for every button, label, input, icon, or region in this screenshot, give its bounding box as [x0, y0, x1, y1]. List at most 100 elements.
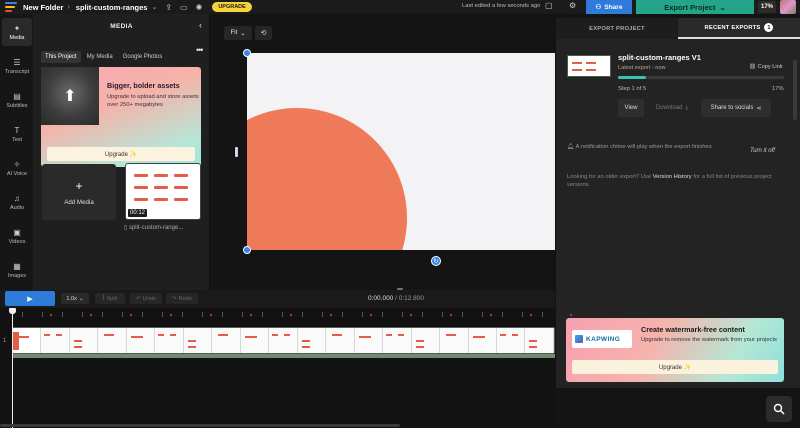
export-progress-bar: [618, 76, 784, 79]
timeline-frame: [155, 328, 184, 353]
chevron-down-icon: ⌄: [78, 295, 84, 302]
frame-bar: [244, 336, 257, 338]
tab-this-project[interactable]: This Project: [41, 51, 81, 63]
export-step-text: Step 1 of 5: [618, 86, 647, 92]
ruler-tick: [102, 312, 103, 317]
chevron-down-icon[interactable]: ⌄: [151, 3, 157, 11]
redo-button[interactable]: ↷ Redo: [166, 293, 198, 304]
download-button[interactable]: Download ⤓: [648, 99, 696, 117]
comment-icon[interactable]: ▢: [545, 1, 553, 10]
timeline-scrollbar[interactable]: [0, 424, 400, 427]
panel-scrollbar[interactable]: [793, 60, 797, 120]
resize-handle-top-left[interactable]: [243, 49, 251, 57]
export-thumbnail[interactable]: [567, 55, 611, 77]
resize-handle-left[interactable]: [235, 147, 238, 157]
upload-icon[interactable]: ⇪: [165, 3, 172, 12]
ruler-tick: [522, 312, 523, 317]
video-track-clip[interactable]: [12, 327, 555, 354]
chevron-down-icon: ⌄: [240, 30, 246, 37]
frame-bar: [73, 346, 82, 348]
tab-recent-exports[interactable]: RECENT EXPORTS 1: [678, 18, 800, 39]
upgrade-button[interactable]: UPGRADE: [212, 2, 252, 12]
rotate-handle-icon[interactable]: ↻: [431, 256, 441, 266]
ruler-marker: [370, 314, 372, 316]
lightbulb-icon[interactable]: ✺: [196, 3, 203, 12]
ruler-tick: [162, 312, 163, 317]
rail-item-text[interactable]: T Text: [2, 120, 32, 148]
rail-item-videos[interactable]: ▣ Videos: [2, 222, 32, 250]
rail-item-subtitles[interactable]: ▤ Subtitles: [2, 86, 32, 114]
ruler-marker: [570, 314, 572, 316]
play-button[interactable]: ▶: [5, 291, 55, 306]
bell-icon: 🔔︎: [567, 144, 576, 150]
frame-bar: [56, 334, 63, 336]
timeline-frame: [525, 328, 554, 353]
share-to-socials-button[interactable]: Share to socials ⋖: [701, 99, 771, 117]
search-button[interactable]: [766, 396, 792, 422]
speed-dropdown[interactable]: 1.0x ⌄: [61, 293, 89, 304]
media-tabs: This Project My Media Google Photos: [41, 51, 166, 63]
share-button[interactable]: ⚇ Share: [586, 0, 632, 14]
rail-item-ai-voice[interactable]: ✧ AI Voice: [2, 154, 32, 182]
breadcrumb-project[interactable]: split-custom-ranges: [76, 3, 148, 12]
media-duration: 00:12: [128, 209, 148, 217]
ruler-tick: [442, 312, 443, 317]
more-options-icon[interactable]: •••: [196, 45, 204, 55]
circle-shape[interactable]: [247, 108, 407, 250]
ruler-tick: [202, 312, 203, 317]
export-step-percent: 17%: [772, 86, 784, 92]
undo-button[interactable]: ↶ Undo: [130, 293, 162, 304]
playhead[interactable]: [12, 310, 13, 428]
watermark-upgrade-button[interactable]: Upgrade ✨: [572, 360, 778, 374]
rail-item-transcript[interactable]: ☰ Transcript: [2, 52, 32, 80]
media-filename-text: split-custom-range...: [128, 225, 184, 231]
ruler-marker: [490, 314, 492, 316]
export-progress-badge[interactable]: 17%: [758, 1, 776, 13]
export-meta: Latest export - now: [618, 65, 666, 71]
zoom-fit-dropdown[interactable]: Fit ⌄: [224, 26, 252, 40]
turn-off-link[interactable]: Turn it off: [750, 148, 775, 154]
older-pre: Looking for an older export? Use: [567, 174, 653, 180]
export-progress-fill: [618, 76, 647, 79]
ruler-marker: [450, 314, 452, 316]
video-canvas[interactable]: [247, 53, 555, 250]
timeline[interactable]: 1: [0, 308, 572, 428]
export-project-button[interactable]: Export Project ⌄: [636, 0, 754, 14]
rail-item-media[interactable]: ✦ Media: [2, 18, 32, 46]
add-media-button[interactable]: + Add Media: [42, 164, 116, 220]
timeline-frame: [496, 328, 526, 353]
version-history-link[interactable]: Version History: [653, 174, 692, 180]
kapwing-logo[interactable]: [5, 2, 17, 12]
transcript-icon: ☰: [13, 57, 21, 67]
upsell-upgrade-button[interactable]: Upgrade ✨: [47, 147, 195, 161]
media-thumbnail[interactable]: 00:12: [125, 163, 201, 220]
share-socials-label: Share to socials: [710, 105, 754, 111]
timeline-ruler[interactable]: [12, 312, 572, 322]
tab-export-project[interactable]: EXPORT PROJECT: [556, 18, 678, 39]
ruler-tick: [542, 312, 543, 317]
rotate-icon[interactable]: ⟲: [255, 26, 272, 40]
frame-bar: [170, 334, 177, 336]
resize-handle-bottom-left[interactable]: [243, 246, 251, 254]
frame-bar: [272, 334, 279, 336]
gear-icon[interactable]: ⚙: [569, 1, 576, 10]
tab-google-photos[interactable]: Google Photos: [119, 51, 167, 63]
chevron-down-icon: ⌄: [719, 2, 726, 12]
view-button[interactable]: View: [618, 99, 644, 117]
avatar[interactable]: [780, 0, 796, 14]
total-time: / 0:12.800: [393, 295, 425, 302]
ruler-tick: [262, 312, 263, 317]
breadcrumb-folder[interactable]: New Folder: [23, 3, 63, 12]
monitor-icon[interactable]: ▭: [180, 3, 188, 12]
ruler-tick: [302, 312, 303, 317]
ruler-marker: [410, 314, 412, 316]
frame-bar: [415, 340, 424, 342]
rail-item-images[interactable]: ▦ Images: [2, 256, 32, 284]
split-button[interactable]: ⫿ Split: [95, 293, 125, 304]
media-filename: ▯ split-custom-range...: [124, 224, 183, 231]
collapse-panel-icon[interactable]: ‹: [199, 20, 202, 30]
rail-item-audio[interactable]: ♫ Audio: [2, 188, 32, 216]
copy-link-button[interactable]: ⛓ Copy Link: [749, 64, 783, 70]
ruler-tick: [422, 312, 423, 317]
tab-my-media[interactable]: My Media: [83, 51, 117, 63]
